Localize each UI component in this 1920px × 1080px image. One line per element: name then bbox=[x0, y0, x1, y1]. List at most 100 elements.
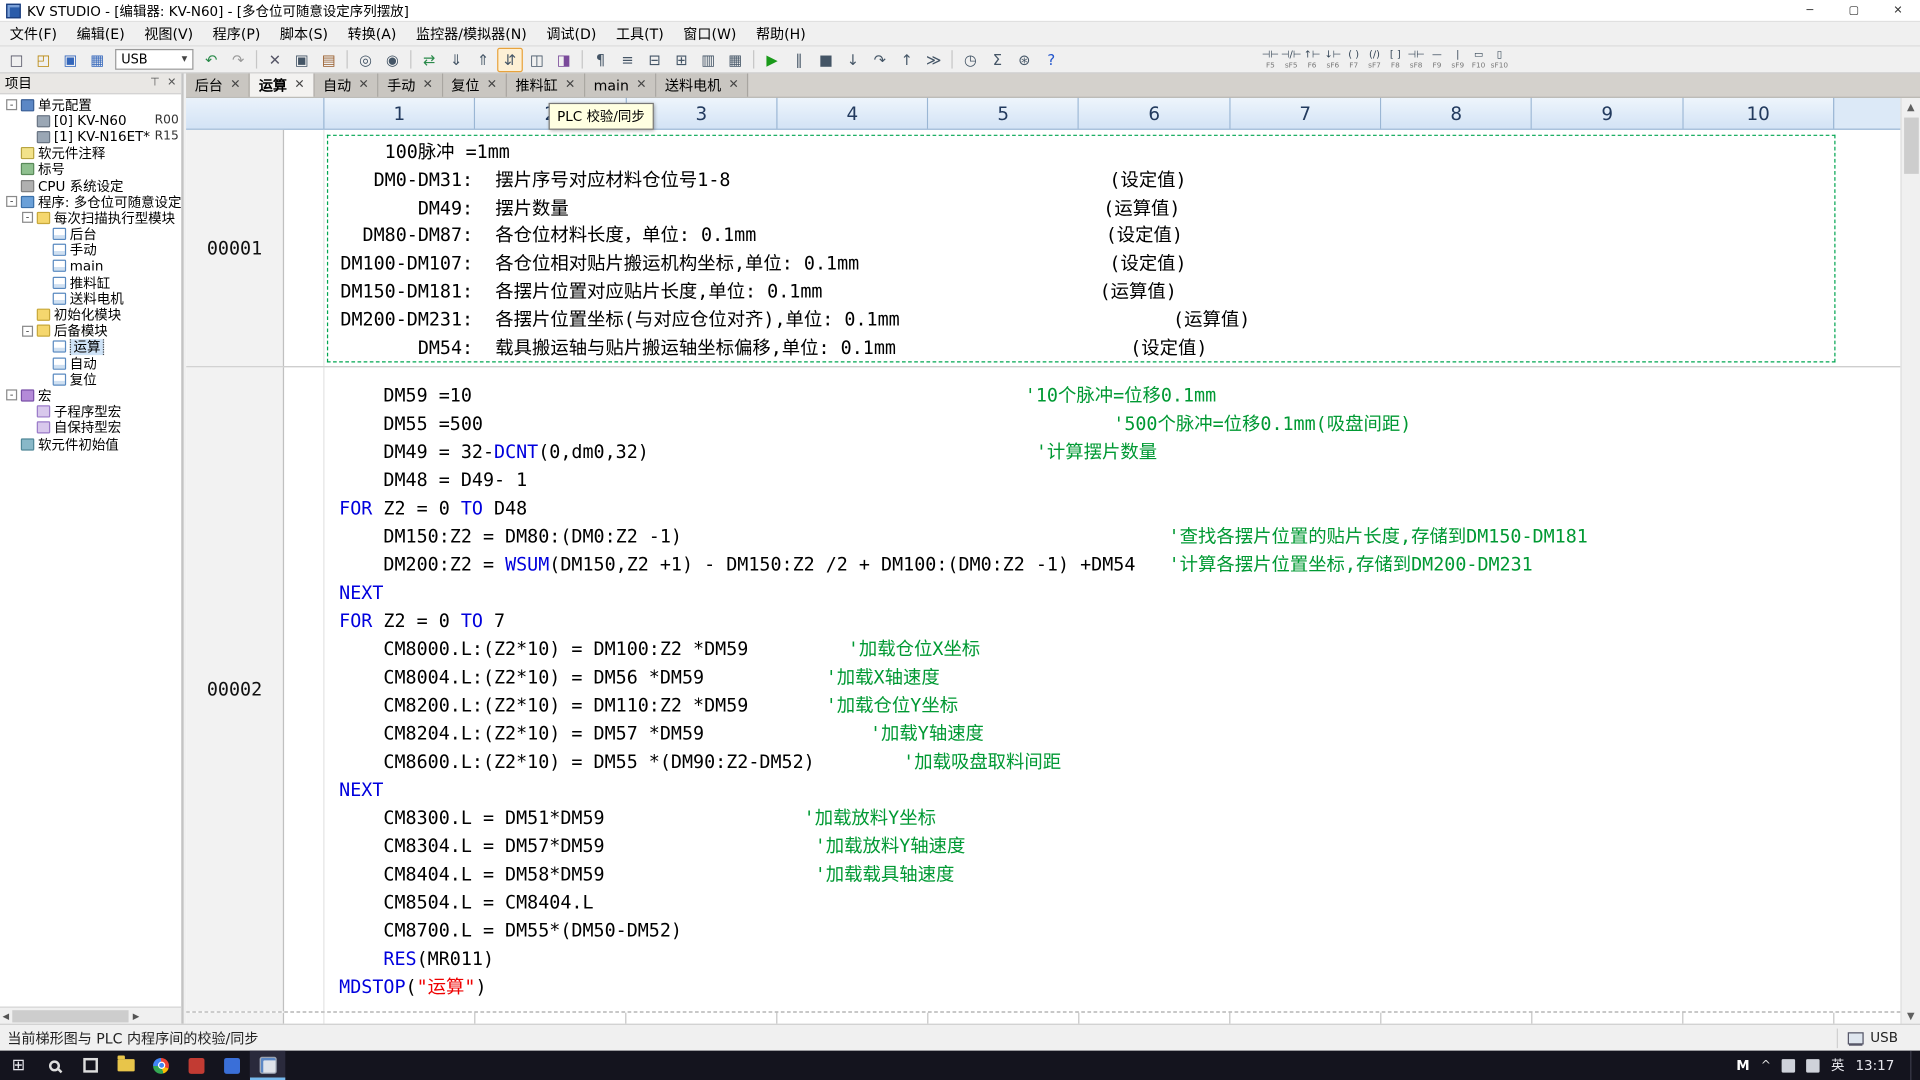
redo-icon[interactable]: ↷ bbox=[225, 47, 251, 71]
paste-icon[interactable]: ▤ bbox=[316, 47, 342, 71]
vscroll-thumb[interactable] bbox=[1903, 117, 1919, 174]
ladder-instruction-button[interactable]: (/) sF7 bbox=[1364, 47, 1385, 73]
taskbar-task-view[interactable] bbox=[72, 1051, 108, 1080]
copy-icon[interactable]: ▣ bbox=[289, 47, 315, 71]
taskbar-app-red[interactable] bbox=[179, 1051, 215, 1080]
taskbar-kv-studio[interactable] bbox=[249, 1050, 286, 1080]
tab[interactable]: 运算 ✕ bbox=[250, 73, 315, 97]
tray-icon-2[interactable] bbox=[1806, 1058, 1820, 1073]
collapse-icon[interactable]: ⊟ bbox=[642, 47, 668, 71]
scroll-up-icon[interactable]: ▲ bbox=[1907, 98, 1915, 115]
pin-icon[interactable]: ⊤ bbox=[150, 77, 160, 89]
tree-item[interactable]: - 程序: 多仓位可随意设定序列 bbox=[0, 194, 181, 210]
tree-item[interactable]: - 后备模块 bbox=[0, 323, 181, 339]
find-icon[interactable]: ◎ bbox=[353, 47, 379, 71]
ladder-instruction-button[interactable]: [ ] F8 bbox=[1385, 47, 1406, 73]
tree-item[interactable]: CPU 系统设定 bbox=[0, 177, 181, 194]
taskbar-chrome[interactable] bbox=[143, 1051, 179, 1080]
menu-item[interactable]: 脚本(S) bbox=[270, 22, 338, 45]
tree-item[interactable]: - 每次扫描执行型模块 bbox=[0, 210, 181, 226]
tab[interactable]: 手动 ✕ bbox=[378, 73, 443, 97]
step-out-icon[interactable]: ↑ bbox=[894, 47, 920, 71]
replace-icon[interactable]: ◉ bbox=[380, 47, 406, 71]
save-project-icon[interactable]: ▣ bbox=[58, 47, 84, 71]
menu-item[interactable]: 程序(P) bbox=[203, 22, 270, 45]
expander-icon[interactable]: - bbox=[6, 196, 18, 208]
scroll-right-icon[interactable]: ▶ bbox=[133, 1011, 140, 1021]
menu-item[interactable]: 调试(D) bbox=[537, 22, 607, 45]
start-button[interactable]: ⊞ bbox=[0, 1051, 37, 1080]
ladder-instruction-button[interactable]: ⊣⊢ F5 bbox=[1260, 47, 1281, 73]
ladder-instruction-button[interactable]: ▯ sF10 bbox=[1489, 47, 1510, 73]
plc-write-icon[interactable]: ⇓ bbox=[443, 47, 469, 71]
tab[interactable]: main ✕ bbox=[585, 73, 657, 97]
device-registers-icon[interactable]: ▦ bbox=[722, 47, 748, 71]
tab[interactable]: 推料缸 ✕ bbox=[506, 73, 586, 97]
rung-content[interactable]: DM59 =10 '10个脉冲=位移0.1mm DM55 =500 '500个脉… bbox=[324, 367, 1900, 1011]
ladder-instruction-button[interactable]: — F9 bbox=[1427, 47, 1448, 73]
expander-icon[interactable]: - bbox=[6, 99, 18, 111]
tab[interactable]: 自动 ✕ bbox=[314, 73, 379, 97]
tab-close-icon[interactable]: ✕ bbox=[636, 78, 646, 91]
connector-combobox[interactable]: USB ▼ bbox=[115, 48, 194, 70]
tree-item[interactable]: 标号 bbox=[0, 161, 181, 177]
menu-item[interactable]: 转换(A) bbox=[338, 22, 406, 45]
minimize-button[interactable]: ─ bbox=[1788, 0, 1832, 21]
script-block[interactable]: DM59 =10 '10个脉冲=位移0.1mm DM55 =500 '500个脉… bbox=[339, 382, 1900, 1002]
maximize-button[interactable]: ▢ bbox=[1832, 0, 1876, 21]
tree-item[interactable]: 软元件注释 bbox=[0, 145, 181, 161]
menu-item[interactable]: 编辑(E) bbox=[67, 22, 135, 45]
tray-chevron-icon[interactable]: ^ bbox=[1761, 1059, 1771, 1072]
tab-close-icon[interactable]: ✕ bbox=[423, 78, 433, 91]
tree-item[interactable]: 推料缸 bbox=[0, 274, 181, 291]
tree-item[interactable]: - 单元配置 bbox=[0, 97, 181, 113]
expand-icon[interactable]: ⊞ bbox=[669, 47, 695, 71]
tab[interactable]: 复位 ✕ bbox=[442, 73, 507, 97]
hscroll-thumb[interactable] bbox=[12, 1009, 130, 1022]
scroll-left-icon[interactable]: ◀ bbox=[2, 1011, 9, 1021]
close-button[interactable]: ✕ bbox=[1876, 0, 1920, 21]
rung-00001[interactable]: 00001 100脉冲 =1mm DM0-DM31: 摆片序号对应材料仓位号1-… bbox=[186, 129, 1901, 368]
ladder-instruction-button[interactable]: ▭ F10 bbox=[1468, 47, 1489, 73]
tab-close-icon[interactable]: ✕ bbox=[487, 78, 497, 91]
tree-item[interactable]: [0] KV-N60 R00 bbox=[0, 113, 181, 129]
comment-block[interactable]: 100脉冲 =1mm DM0-DM31: 摆片序号对应材料仓位号1-8 (设定值)… bbox=[326, 134, 1836, 363]
step-in-icon[interactable]: ↓ bbox=[840, 47, 866, 71]
tree-item[interactable]: 送料电机 bbox=[0, 291, 181, 307]
ladder-instruction-button[interactable]: ↑⊢ F6 bbox=[1302, 47, 1323, 73]
ladder-instruction-button[interactable]: ⊣/⊢ sF5 bbox=[1281, 47, 1302, 73]
save-all-icon[interactable]: ▦ bbox=[84, 47, 110, 71]
tab[interactable]: 送料电机 ✕ bbox=[656, 73, 749, 97]
tree-item[interactable]: [1] KV-N16ET* R15 bbox=[0, 129, 181, 145]
rung-content[interactable] bbox=[324, 1012, 1901, 1024]
rung-content[interactable]: 100脉冲 =1mm DM0-DM31: 摆片序号对应材料仓位号1-8 (设定值)… bbox=[324, 130, 1900, 366]
monitor-icon[interactable]: ◫ bbox=[524, 47, 550, 71]
taskbar-search[interactable] bbox=[37, 1051, 73, 1080]
ladder-instruction-button[interactable]: ⊣⊢ sF8 bbox=[1406, 47, 1427, 73]
tree-item[interactable]: 手动 bbox=[0, 242, 181, 258]
comment-edit-icon[interactable]: ¶ bbox=[588, 47, 614, 71]
undo-icon[interactable]: ↶ bbox=[198, 47, 224, 71]
plc-read-icon[interactable]: ⇑ bbox=[470, 47, 496, 71]
tray-icon-1[interactable] bbox=[1781, 1058, 1796, 1073]
tree-item[interactable]: 自保持型宏 bbox=[0, 420, 181, 436]
stop-icon[interactable]: ■ bbox=[813, 47, 839, 71]
project-hscrollbar[interactable]: ◀ ▶ bbox=[0, 1006, 182, 1024]
close-icon[interactable]: ✕ bbox=[167, 77, 176, 89]
ladder-instruction-button[interactable]: ( ) F7 bbox=[1343, 47, 1364, 73]
tray-m-badge[interactable]: M bbox=[1736, 1057, 1749, 1073]
clock[interactable]: 13:17 bbox=[1855, 1057, 1894, 1073]
tree-item[interactable]: 软元件初始值 bbox=[0, 436, 181, 452]
simulate-run-icon[interactable]: ▶ bbox=[759, 47, 785, 71]
list-view-icon[interactable]: ≡ bbox=[615, 47, 641, 71]
sum-icon[interactable]: Σ bbox=[984, 47, 1010, 71]
tab-close-icon[interactable]: ✕ bbox=[294, 78, 304, 91]
ladder-instruction-button[interactable]: ↓⊢ sF6 bbox=[1322, 47, 1343, 73]
tab-close-icon[interactable]: ✕ bbox=[565, 78, 575, 91]
timer-icon[interactable]: ◷ bbox=[958, 47, 984, 71]
menu-item[interactable]: 窗口(W) bbox=[673, 22, 746, 45]
expander-icon[interactable]: - bbox=[6, 389, 18, 401]
help-icon[interactable]: ? bbox=[1038, 47, 1064, 71]
open-project-icon[interactable]: ◰ bbox=[31, 47, 57, 71]
menu-item[interactable]: 文件(F) bbox=[0, 22, 67, 45]
